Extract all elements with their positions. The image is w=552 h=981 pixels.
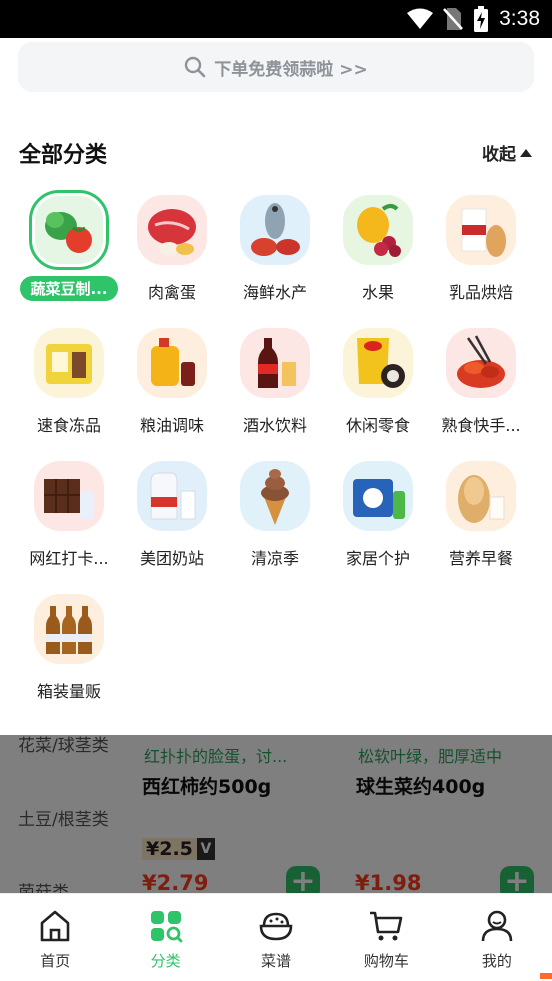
cart-icon bbox=[370, 911, 403, 941]
category-label: 熟食快手... bbox=[441, 416, 521, 435]
all-categories-panel: 全部分类 收起 蔬菜豆制... 肉禽蛋 海鲜水产 水果 乳品烘焙 速食冻品 粮油… bbox=[0, 110, 552, 735]
nav-profile[interactable]: 我的 bbox=[442, 894, 552, 981]
category-snacks[interactable]: 休闲零食 bbox=[326, 323, 430, 453]
home-icon bbox=[40, 910, 70, 942]
category-trending[interactable]: 网红打卡... bbox=[17, 456, 121, 586]
category-milk-station[interactable]: 美团奶站 bbox=[120, 456, 224, 586]
bottom-nav: 首页 分类 菜谱 购物车 我的 bbox=[0, 893, 552, 981]
recipe-bowl-icon bbox=[259, 912, 293, 941]
vegetable-icon bbox=[29, 190, 109, 270]
category-fruit[interactable]: 水果 bbox=[326, 190, 430, 320]
oil-seasoning-icon bbox=[137, 328, 207, 398]
category-label: 速食冻品 bbox=[36, 416, 101, 435]
meat-egg-icon bbox=[137, 195, 207, 265]
category-label: 休闲零食 bbox=[345, 416, 410, 435]
category-cooked-food[interactable]: 熟食快手... bbox=[429, 323, 533, 453]
category-dairy-bakery[interactable]: 乳品烘焙 bbox=[429, 190, 533, 320]
milk-station-icon bbox=[137, 461, 207, 531]
category-label: 水果 bbox=[361, 283, 394, 302]
seafood-icon bbox=[240, 195, 310, 265]
ice-cream-icon bbox=[240, 461, 310, 531]
category-ice-cream[interactable]: 清凉季 bbox=[223, 456, 327, 586]
breakfast-icon bbox=[446, 461, 516, 531]
category-label: 家居个护 bbox=[345, 549, 410, 568]
category-icon bbox=[150, 911, 183, 943]
nav-label: 首页 bbox=[40, 952, 71, 970]
category-label: 乳品烘焙 bbox=[448, 283, 513, 302]
search-bar[interactable]: 下单免费领蒜啦 >> bbox=[18, 42, 534, 92]
nav-label: 分类 bbox=[150, 952, 181, 970]
no-sim-icon bbox=[443, 8, 464, 30]
category-label: 酒水饮料 bbox=[242, 416, 307, 435]
trending-chocolate-icon bbox=[34, 461, 104, 531]
frozen-food-icon bbox=[34, 328, 104, 398]
cooked-food-icon bbox=[446, 328, 516, 398]
category-vegetables[interactable]: 蔬菜豆制... bbox=[17, 190, 121, 320]
category-label: 美团奶站 bbox=[139, 549, 204, 568]
category-label: 箱装量贩 bbox=[36, 682, 101, 701]
dim-overlay[interactable] bbox=[0, 735, 552, 893]
category-label: 营养早餐 bbox=[448, 549, 513, 568]
status-time: 3:38 bbox=[499, 7, 540, 30]
corner-marker bbox=[540, 973, 552, 979]
nav-category[interactable]: 分类 bbox=[110, 894, 220, 981]
collapse-button[interactable]: 收起 bbox=[482, 140, 532, 165]
category-label: 粮油调味 bbox=[139, 416, 204, 435]
category-label: 肉禽蛋 bbox=[147, 283, 196, 302]
drinks-icon bbox=[240, 328, 310, 398]
nav-home[interactable]: 首页 bbox=[0, 894, 110, 981]
category-breakfast[interactable]: 营养早餐 bbox=[429, 456, 533, 586]
search-icon bbox=[185, 56, 206, 78]
dairy-bakery-icon bbox=[446, 195, 516, 265]
category-drinks[interactable]: 酒水饮料 bbox=[223, 323, 327, 453]
snacks-icon bbox=[343, 328, 413, 398]
collapse-label: 收起 bbox=[482, 145, 516, 165]
nav-recipe[interactable]: 菜谱 bbox=[221, 894, 331, 981]
category-oil-seasoning[interactable]: 粮油调味 bbox=[120, 323, 224, 453]
category-label: 蔬菜豆制... bbox=[20, 276, 118, 301]
category-label: 网红打卡... bbox=[29, 549, 109, 568]
fruit-icon bbox=[343, 195, 413, 265]
category-frozen-food[interactable]: 速食冻品 bbox=[17, 323, 121, 453]
category-label: 清凉季 bbox=[250, 549, 299, 568]
category-household-care[interactable]: 家居个护 bbox=[326, 456, 430, 586]
category-label: 海鲜水产 bbox=[242, 283, 307, 302]
category-boxed-bulk[interactable]: 箱装量贩 bbox=[17, 589, 121, 719]
boxed-bulk-icon bbox=[34, 594, 104, 664]
nav-label: 购物车 bbox=[363, 952, 409, 970]
nav-label: 我的 bbox=[481, 952, 512, 970]
search-placeholder: 下单免费领蒜啦 >> bbox=[214, 59, 368, 80]
nav-cart[interactable]: 购物车 bbox=[331, 894, 441, 981]
caret-up-icon bbox=[520, 148, 532, 157]
category-meat-egg[interactable]: 肉禽蛋 bbox=[120, 190, 224, 320]
profile-icon bbox=[481, 910, 513, 942]
panel-title: 全部分类 bbox=[19, 143, 108, 168]
household-care-icon bbox=[343, 461, 413, 531]
battery-charging-icon bbox=[474, 6, 489, 32]
status-bar: 3:38 bbox=[0, 0, 552, 38]
category-seafood[interactable]: 海鲜水产 bbox=[223, 190, 327, 320]
nav-label: 菜谱 bbox=[261, 952, 292, 970]
wifi-icon bbox=[407, 8, 434, 29]
